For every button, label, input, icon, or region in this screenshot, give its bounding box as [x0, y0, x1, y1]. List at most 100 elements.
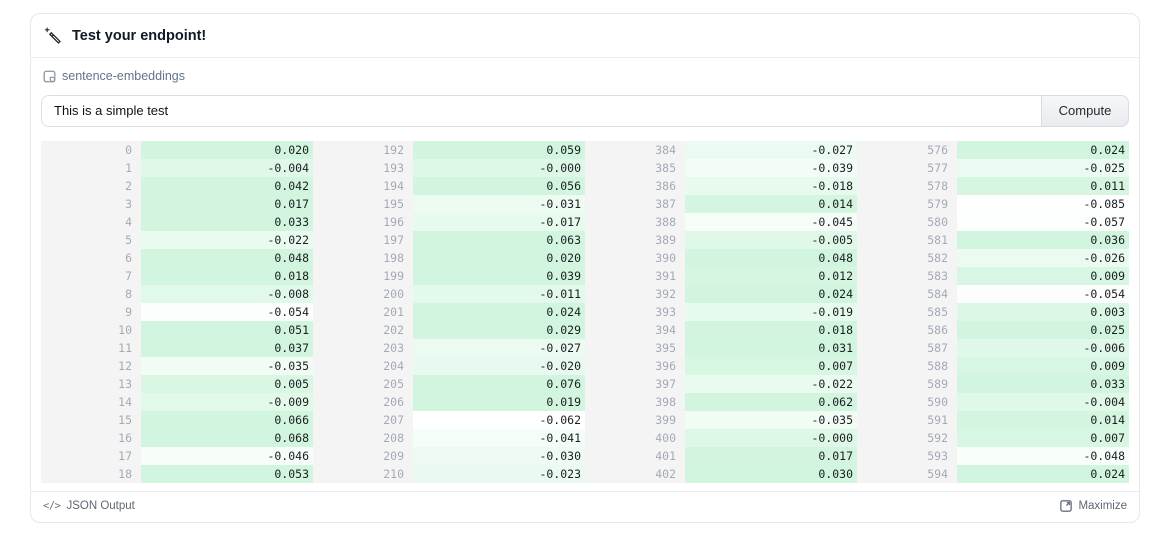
embedding-column-group: 1920.059193-0.0001940.056195-0.031196-0.… [313, 141, 585, 483]
table-row: 2020.029 [313, 321, 585, 339]
table-row: 4020.030 [585, 465, 857, 483]
embedding-value: -0.045 [685, 213, 857, 231]
json-output-label: JSON Output [66, 500, 134, 512]
table-row: 209-0.030 [313, 447, 585, 465]
embedding-index: 587 [857, 339, 957, 357]
embedding-index: 202 [313, 321, 413, 339]
compute-button[interactable]: Compute [1041, 95, 1129, 127]
embedding-value: -0.085 [957, 195, 1129, 213]
embedding-index: 210 [313, 465, 413, 483]
embedding-index: 396 [585, 357, 685, 375]
embedding-index: 594 [857, 465, 957, 483]
table-row: 4010.017 [585, 447, 857, 465]
table-row: 388-0.045 [585, 213, 857, 231]
embedding-value: 0.029 [413, 321, 585, 339]
table-row: 5830.009 [857, 267, 1129, 285]
embedding-index: 6 [41, 249, 141, 267]
embedding-value: 0.005 [141, 375, 313, 393]
table-row: 1920.059 [313, 141, 585, 159]
table-row: 1-0.004 [41, 159, 313, 177]
model-link[interactable]: sentence-embeddings [43, 69, 185, 83]
maximize-button[interactable]: Maximize [1060, 500, 1127, 512]
embedding-index: 5 [41, 231, 141, 249]
table-row: 3960.007 [585, 357, 857, 375]
embedding-value: -0.018 [685, 177, 857, 195]
table-row: 196-0.017 [313, 213, 585, 231]
embedding-value: 0.051 [141, 321, 313, 339]
table-row: 70.018 [41, 267, 313, 285]
table-row: 5850.003 [857, 303, 1129, 321]
embedding-index: 2 [41, 177, 141, 195]
embedding-value: -0.025 [957, 159, 1129, 177]
embedding-value: -0.035 [685, 411, 857, 429]
embedding-index: 4 [41, 213, 141, 231]
embedding-value: 0.024 [957, 465, 1129, 483]
embedding-index: 394 [585, 321, 685, 339]
embedding-value: 0.056 [413, 177, 585, 195]
embedding-value: -0.004 [141, 159, 313, 177]
embedding-index: 15 [41, 411, 141, 429]
table-row: 203-0.027 [313, 339, 585, 357]
embedding-index: 3 [41, 195, 141, 213]
embedding-index: 579 [857, 195, 957, 213]
embedding-index: 207 [313, 411, 413, 429]
table-row: 210-0.023 [313, 465, 585, 483]
embedding-value: -0.027 [413, 339, 585, 357]
embedding-index: 593 [857, 447, 957, 465]
embedding-index: 398 [585, 393, 685, 411]
table-row: 5780.011 [857, 177, 1129, 195]
embedding-index: 397 [585, 375, 685, 393]
embedding-index: 14 [41, 393, 141, 411]
embedding-column-group: 384-0.027385-0.039386-0.0183870.014388-0… [585, 141, 857, 483]
table-row: 3950.031 [585, 339, 857, 357]
table-row: 160.068 [41, 429, 313, 447]
table-row: 397-0.022 [585, 375, 857, 393]
maximize-label: Maximize [1078, 500, 1127, 512]
maximize-icon [1060, 500, 1072, 512]
embedding-index: 581 [857, 231, 957, 249]
embedding-index: 577 [857, 159, 957, 177]
embedding-value: 0.025 [957, 321, 1129, 339]
table-row: 204-0.020 [313, 357, 585, 375]
embedding-value: 0.018 [685, 321, 857, 339]
embedding-value: 0.024 [413, 303, 585, 321]
embedding-value: -0.048 [957, 447, 1129, 465]
embedding-index: 11 [41, 339, 141, 357]
embedding-index: 201 [313, 303, 413, 321]
model-name: sentence-embeddings [62, 69, 185, 83]
table-row: 577-0.025 [857, 159, 1129, 177]
embedding-value: 0.042 [141, 177, 313, 195]
embedding-value: 0.009 [957, 357, 1129, 375]
table-row: 60.048 [41, 249, 313, 267]
embedding-value: 0.048 [141, 249, 313, 267]
embedding-index: 576 [857, 141, 957, 159]
card-footer: </> JSON Output Maximize [31, 491, 1139, 522]
json-output-toggle[interactable]: </> JSON Output [43, 500, 135, 512]
embedding-index: 392 [585, 285, 685, 303]
embedding-value: 0.066 [141, 411, 313, 429]
table-row: 180.053 [41, 465, 313, 483]
embedding-index: 592 [857, 429, 957, 447]
embedding-index: 195 [313, 195, 413, 213]
embedding-index: 387 [585, 195, 685, 213]
table-row: 3920.024 [585, 285, 857, 303]
table-row: 3900.048 [585, 249, 857, 267]
embedding-value: 0.017 [141, 195, 313, 213]
table-row: 3980.062 [585, 393, 857, 411]
table-row: 400-0.000 [585, 429, 857, 447]
query-input[interactable] [41, 95, 1041, 127]
table-row: 5880.009 [857, 357, 1129, 375]
table-row: 9-0.054 [41, 303, 313, 321]
embedding-index: 395 [585, 339, 685, 357]
table-row: 580-0.057 [857, 213, 1129, 231]
embedding-value: -0.011 [413, 285, 585, 303]
embedding-value: 0.007 [685, 357, 857, 375]
embedding-value: -0.019 [685, 303, 857, 321]
embedding-index: 7 [41, 267, 141, 285]
embedding-index: 208 [313, 429, 413, 447]
embedding-value: 0.011 [957, 177, 1129, 195]
table-row: 20.042 [41, 177, 313, 195]
embedding-index: 386 [585, 177, 685, 195]
embedding-value: 0.003 [957, 303, 1129, 321]
embedding-value: 0.053 [141, 465, 313, 483]
